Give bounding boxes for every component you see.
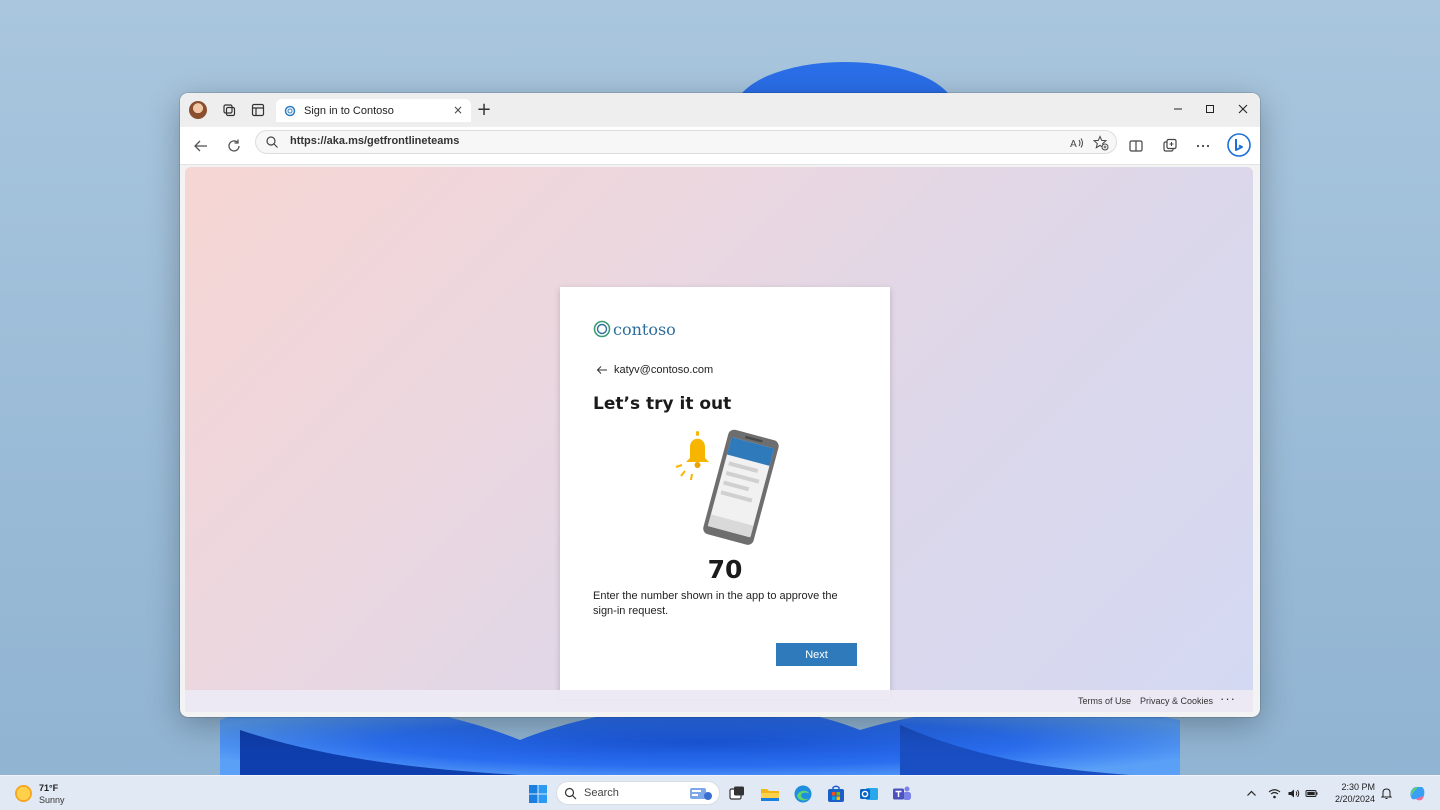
title-bar: Sign in to Contoso × +	[180, 93, 1260, 127]
search-highlight-icon	[690, 788, 712, 800]
clock-date[interactable]: 2/20/2024	[1329, 794, 1375, 804]
next-button[interactable]: Next	[776, 643, 857, 666]
vertical-tabs-icon[interactable]	[250, 102, 266, 118]
taskbar-search[interactable]: Search	[556, 781, 720, 805]
brand-name: contoso	[613, 319, 676, 339]
minimize-icon[interactable]	[1170, 101, 1186, 117]
back-arrow-icon	[596, 366, 607, 374]
notifications-bell-icon[interactable]	[1380, 787, 1393, 800]
weather-temperature[interactable]: 71°F	[39, 783, 58, 793]
volume-icon[interactable]	[1287, 787, 1300, 800]
refresh-icon[interactable]	[225, 137, 243, 155]
browser-toolbar: https://aka.ms/getfrontlineteams A	[180, 127, 1260, 165]
taskbar-search-placeholder: Search	[584, 787, 619, 799]
workspaces-icon[interactable]	[221, 102, 237, 118]
terms-link[interactable]: Terms of Use	[1078, 696, 1131, 706]
collections-icon[interactable]	[1161, 137, 1179, 155]
page-content: contoso katyv@contoso.com Let’s try it o…	[185, 167, 1253, 699]
identity-email: katyv@contoso.com	[614, 364, 714, 376]
read-aloud-icon[interactable]: A	[1069, 135, 1085, 151]
store-icon[interactable]	[826, 784, 846, 804]
profile-avatar[interactable]	[189, 101, 207, 119]
tab-sign-in[interactable]: Sign in to Contoso ×	[276, 99, 471, 122]
identity-back-button[interactable]: katyv@contoso.com	[596, 364, 713, 376]
taskbar-search-icon	[564, 787, 577, 800]
network-icon[interactable]	[1268, 787, 1281, 800]
start-button[interactable]	[529, 785, 547, 803]
sign-in-card: contoso katyv@contoso.com Let’s try it o…	[560, 287, 890, 699]
instruction-text: Enter the number shown in the app to app…	[593, 590, 838, 617]
edge-icon[interactable]	[793, 784, 813, 804]
footer-more-button[interactable]: ···	[1220, 691, 1236, 706]
task-view-icon[interactable]	[727, 784, 747, 804]
copilot-icon[interactable]	[1227, 133, 1251, 157]
copilot-taskbar-icon[interactable]	[1407, 783, 1427, 803]
back-icon[interactable]	[192, 137, 210, 155]
contoso-favicon-icon	[284, 105, 296, 116]
bell-icon	[675, 431, 709, 481]
page-footer: Terms of Use Privacy & Cookies ···	[185, 690, 1253, 712]
more-icon[interactable]	[1194, 137, 1212, 155]
tab-title: Sign in to Contoso	[304, 104, 394, 117]
file-explorer-icon[interactable]	[760, 784, 780, 804]
phone-icon	[703, 429, 779, 545]
svg-text:A: A	[1070, 139, 1077, 150]
address-url: https://aka.ms/getfrontlineteams	[290, 135, 460, 147]
split-screen-icon[interactable]	[1127, 137, 1145, 155]
maximize-icon[interactable]	[1202, 101, 1218, 117]
outlook-icon[interactable]	[859, 784, 879, 804]
teams-icon[interactable]	[892, 784, 912, 804]
page-title: Let’s try it out	[593, 394, 732, 414]
clock-time[interactable]: 2:30 PM	[1329, 782, 1375, 792]
approval-number: 70	[707, 555, 743, 584]
search-icon	[266, 136, 278, 148]
browser-window: Sign in to Contoso × + https://aka.ms/ge…	[180, 93, 1260, 717]
battery-icon[interactable]	[1305, 787, 1318, 800]
weather-sun-icon[interactable]	[15, 785, 32, 802]
taskbar: 71°F Sunny Search 2:30 PM 2/20/2024	[0, 775, 1440, 810]
new-tab-button[interactable]: +	[476, 101, 492, 119]
notification-illustration	[675, 429, 779, 545]
favorites-icon[interactable]	[1093, 135, 1109, 151]
tab-close-icon[interactable]: ×	[451, 103, 465, 117]
show-hidden-icons-icon[interactable]	[1245, 787, 1258, 800]
privacy-link[interactable]: Privacy & Cookies	[1140, 696, 1213, 706]
contoso-logo-icon	[593, 320, 611, 338]
address-bar[interactable]: https://aka.ms/getfrontlineteams A	[255, 130, 1117, 154]
weather-condition[interactable]: Sunny	[39, 795, 65, 805]
close-icon[interactable]	[1235, 101, 1251, 117]
contoso-logo: contoso	[593, 319, 676, 339]
